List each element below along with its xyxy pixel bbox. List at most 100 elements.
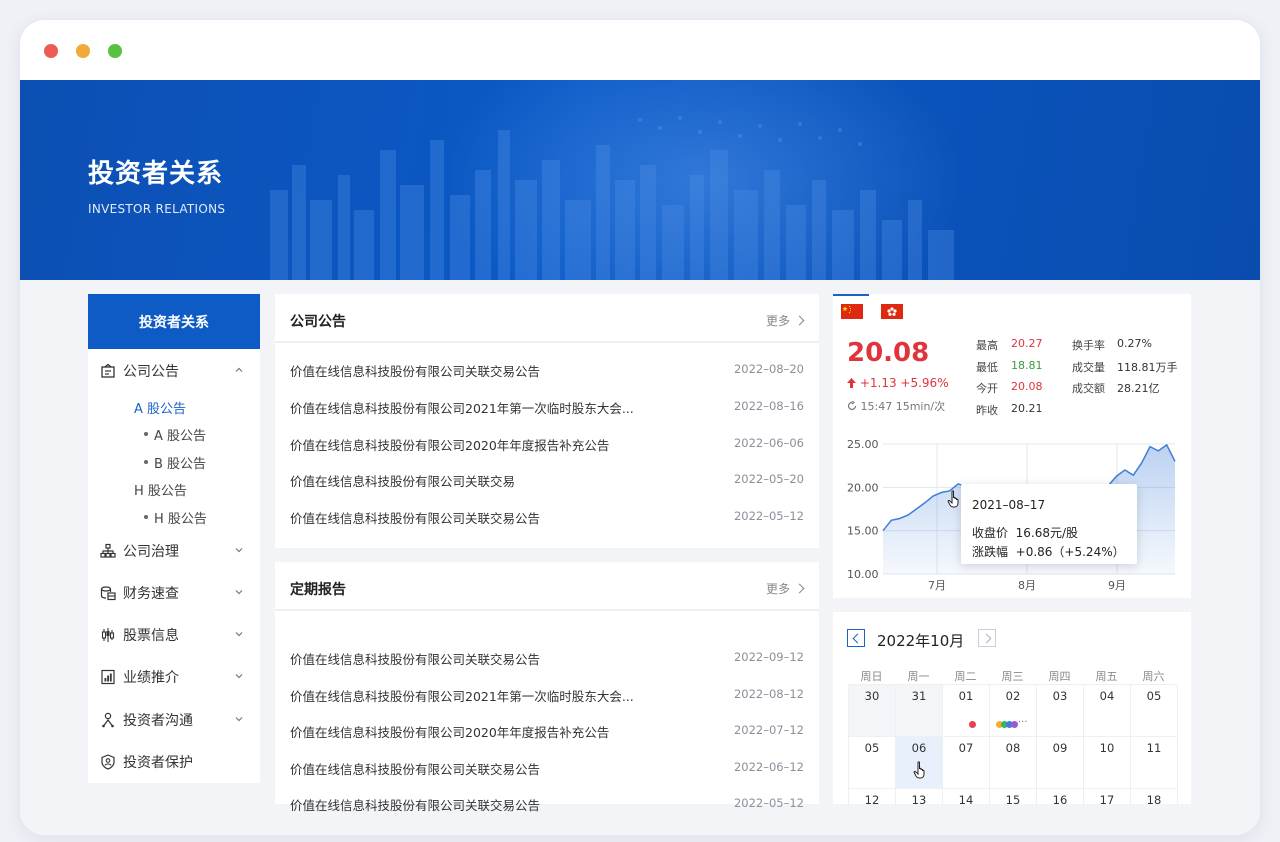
calendar-day-cell[interactable]: 03 [1037,685,1084,737]
list-item[interactable]: 价值在线信息科技股份有限公司关联交易 2022–05–20 [290,471,804,491]
calendar-day-cell[interactable]: 15 [990,789,1037,804]
sidebar-sub-b-item[interactable]: B 股公告 [143,453,206,472]
sidebar-header[interactable]: 投资者关系 [88,294,260,349]
page-title: 投资者关系 [88,159,224,189]
report-chart-icon [101,669,115,685]
list-item-title: 价值在线信息科技股份有限公司2020年年度报告补充公告 [290,438,610,453]
list-item[interactable]: 价值在线信息科技股份有限公司关联交易公告 2022–05–12 [290,508,804,528]
list-item-title: 价值在线信息科技股份有限公司关联交易公告 [290,511,541,526]
list-item[interactable]: 价值在线信息科技股份有限公司关联交易公告 2022–09–12 [290,649,804,669]
more-link[interactable]: 更多 [766,580,805,597]
market-tab-indicator [833,294,869,296]
stat-value: 20.08 [1011,380,1043,393]
prev-month-button[interactable] [847,629,865,647]
calendar-grid: 30 31 01 02 ··· 03 04 05 05 06 07 08 09 10 11 12 13 14 15 1… [848,684,1178,804]
list-item-date: 2022–09–12 [733,650,804,664]
sidebar-item-governance[interactable]: 公司治理 [88,534,260,568]
maximize-window-button[interactable] [108,44,122,58]
list-item[interactable]: 价值在线信息科技股份有限公司2020年年度报告补充公告 2022–07–12 [290,722,804,742]
china-flag-icon[interactable] [841,304,863,319]
sidebar-sub-h-item[interactable]: H 股公告 [144,508,207,527]
chevron-right-icon [794,315,805,326]
announcement-icon [101,363,115,378]
chevron-down-icon [235,717,243,722]
stat-label: 成交量 [1072,361,1105,374]
y-tick-label: 10.00 [847,568,879,581]
tooltip-change: 涨跌幅 +0.86（+5.24%） [972,543,1125,560]
hand-cursor-icon [913,761,925,779]
sidebar-sub-h-shares[interactable]: H 股公告 [134,480,187,499]
calendar-day-cell[interactable]: 07 [943,737,990,789]
sidebar-item-investor-protection[interactable]: 投资者保护 [88,745,260,779]
refresh-icon[interactable] [847,400,857,411]
calendar-day-cell[interactable]: 18 [1131,789,1178,804]
more-link[interactable]: 更多 [766,312,805,329]
sidebar-sub-a-shares[interactable]: A 股公告 [134,398,186,417]
y-tick-label: 20.00 [847,481,879,494]
calendar-day-cell[interactable]: 09 [1037,737,1084,789]
calendar-day-cell[interactable]: 11 [1131,737,1178,789]
hong-kong-flag-icon[interactable] [881,304,903,319]
calendar-day-cell[interactable]: 30 [849,685,896,737]
sidebar-item-announcements[interactable]: 公司公告 [88,354,260,388]
tooltip-close-value: 16.68元/股 [1015,526,1079,540]
calendar-day-cell[interactable]: 16 [1037,789,1084,804]
sidebar-item-label: 股票信息 [123,628,179,644]
list-item-title: 价值在线信息科技股份有限公司关联交易公告 [290,364,541,379]
calendar-day-number: 31 [911,689,927,703]
calendar-day-number: 03 [1052,689,1068,703]
stock-quote-panel: 20.08 +1.13 +5.96% 15:47 15min/次 最高 20.27… [833,294,1191,598]
calendar-day-cell[interactable]: 02 ··· [990,685,1037,737]
sidebar-item-label: 公司公告 [123,364,179,380]
calendar-day-cell[interactable]: 13 [896,789,943,804]
stat-value: 18.81 [1011,359,1043,372]
sidebar-sub-a-item[interactable]: A 股公告 [143,425,206,444]
calendar-day-cell[interactable]: 17 [1084,789,1131,804]
calendar-day-cell[interactable]: 04 [1084,685,1131,737]
list-item-title: 价值在线信息科技股份有限公司关联交易公告 [290,652,541,667]
calendar-day-cell[interactable]: 06 [896,737,943,789]
next-month-button[interactable] [978,629,996,647]
list-item[interactable]: 价值在线信息科技股份有限公司2020年年度报告补充公告 2022–06–06 [290,435,804,455]
list-item[interactable]: 价值在线信息科技股份有限公司关联交易公告 2022–06–12 [290,759,804,779]
calendar-day-number: 10 [1099,741,1115,755]
calendar-day-cell[interactable]: 01 [943,685,990,737]
calendar-day-cell[interactable]: 31 [896,685,943,737]
shield-person-icon [101,754,115,770]
tooltip-change-label: 涨跌幅 [972,545,1009,559]
weekday-label: 周六 [1142,670,1165,683]
weekday-label: 周五 [1095,670,1118,683]
list-item[interactable]: 价值在线信息科技股份有限公司2021年第一次临时股东大会... 2022–08–1… [290,686,804,706]
calendar-day-cell[interactable]: 05 [849,737,896,789]
list-item[interactable]: 价值在线信息科技股份有限公司关联交易公告 2022–05–12 [290,795,804,815]
list-item-title: 价值在线信息科技股份有限公司关联交易 [290,474,516,489]
stat-label: 成交额 [1072,382,1105,395]
sidebar-item-stock-info[interactable]: 股票信息 [88,618,260,652]
calendar-day-cell[interactable]: 14 [943,789,990,804]
calendar-day-cell[interactable]: 08 [990,737,1037,789]
stat-label: 换手率 [1072,339,1105,352]
y-tick-label: 15.00 [847,525,879,538]
stat-value: 20.27 [1011,337,1043,350]
list-item[interactable]: 价值在线信息科技股份有限公司关联交易公告 2022–08–20 [290,361,804,381]
list-item-date: 2022–08–16 [733,399,804,413]
minimize-window-button[interactable] [76,44,90,58]
stat-volume: 成交量 118.81万手 [1072,359,1178,375]
list-item[interactable]: 价值在线信息科技股份有限公司2021年第一次临时股东大会... 2022–08–1… [290,398,804,418]
sidebar-item-finance[interactable]: 财务速查 [88,576,260,610]
close-window-button[interactable] [44,44,58,58]
calendar-day-number: 05 [864,741,880,755]
tooltip-date: 2021–08–17 [972,498,1046,512]
stat-value: 118.81万手 [1117,361,1178,374]
chevron-down-icon [235,632,243,637]
update-time: 15:47 15min/次 [860,400,946,413]
calendar-day-cell[interactable]: 05 [1131,685,1178,737]
arrow-up-icon [847,378,856,388]
chevron-down-icon [235,590,243,595]
x-tick-label: 8月 [1018,579,1036,592]
list-item-date: 2022–07–12 [733,723,804,737]
calendar-day-cell[interactable]: 12 [849,789,896,804]
sidebar-item-investor-communication[interactable]: 投资者沟通 [88,703,260,737]
sidebar-item-performance[interactable]: 业绩推介 [88,660,260,694]
calendar-day-cell[interactable]: 10 [1084,737,1131,789]
